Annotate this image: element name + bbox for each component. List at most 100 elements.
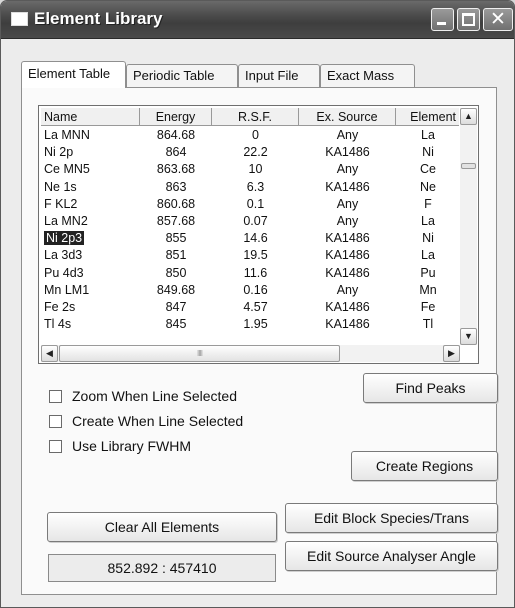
scroll-up-icon[interactable]: ▲: [460, 108, 477, 125]
row-name-text: F KL2: [44, 196, 78, 211]
cell-energy: 845: [165, 317, 187, 332]
cell-ex-source: KA1486: [325, 317, 370, 332]
cell-energy: 849.68: [156, 282, 196, 297]
edit-block-species-button[interactable]: Edit Block Species/Trans: [285, 503, 498, 533]
fwhm-label: Use Library FWHM: [72, 438, 192, 454]
row-name-text: La 3d3: [44, 248, 83, 263]
use-library-fwhm-checkbox[interactable]: Use Library FWHM: [49, 437, 191, 455]
cell-name: Ni 2p: [44, 144, 139, 160]
table-row[interactable]: F KL2 860.68 0.1 Any F: [41, 196, 459, 212]
tab-element-table[interactable]: Element Table: [21, 61, 126, 88]
cell-element: Tl: [422, 317, 434, 332]
cursor-readout: 852.892 : 457410: [48, 554, 276, 582]
cell-ex-source: KA1486: [325, 248, 370, 263]
cell-ex-source: KA1486: [325, 179, 370, 194]
clear-all-elements-button[interactable]: Clear All Elements: [47, 512, 277, 542]
find-peaks-button[interactable]: Find Peaks: [363, 373, 498, 403]
cell-rsf: 19.5: [243, 248, 268, 263]
cell-name: Ni 2p3: [44, 230, 139, 247]
column-header-rsf[interactable]: R.S.F.: [212, 108, 299, 126]
close-button[interactable]: ✕: [483, 8, 513, 31]
cell-element: La: [421, 248, 435, 263]
table-row[interactable]: Mn LM1 849.68 0.16 Any Mn: [41, 282, 459, 298]
cell-energy: 864: [165, 145, 187, 160]
cell-energy: 860.68: [156, 196, 196, 211]
cell-element: Ce: [420, 162, 436, 177]
cell-ex-source: Any: [336, 128, 359, 142]
horizontal-scrollbar[interactable]: ◀ IIII ▶: [41, 345, 460, 362]
vertical-scrollbar[interactable]: ▲ ▼: [460, 108, 477, 345]
column-header-ex-source[interactable]: Ex. Source: [299, 108, 396, 126]
row-name-text: La MNN: [44, 128, 90, 142]
cell-energy: 855: [165, 231, 187, 246]
cell-name: La 3d3: [44, 247, 139, 263]
minimize-button[interactable]: [431, 8, 454, 31]
cell-element: Mn: [419, 282, 437, 297]
cell-ex-source: KA1486: [325, 145, 370, 160]
row-name-text: Mn LM1: [44, 282, 90, 297]
table-row[interactable]: Tl 4s 845 1.95 KA1486 Tl: [41, 316, 459, 332]
cell-energy: 857.68: [156, 214, 196, 228]
scroll-right-icon[interactable]: ▶: [443, 345, 460, 362]
cell-ex-source: KA1486: [325, 300, 370, 314]
cell-rsf: 0.1: [246, 196, 265, 211]
row-name-text: Ce MN5: [44, 162, 90, 177]
cell-element: Ne: [420, 179, 436, 194]
cell-rsf: 11.6: [243, 265, 268, 280]
table-row[interactable]: Fe 2s 847 4.57 KA1486 Fe: [41, 299, 459, 315]
cell-name: La MN2: [44, 213, 139, 229]
cell-element: La: [421, 128, 435, 142]
maximize-button[interactable]: [457, 8, 480, 31]
scroll-left-icon[interactable]: ◀: [41, 345, 58, 362]
row-name-text: Ni 2p3: [44, 230, 86, 247]
checkbox-box[interactable]: [49, 390, 62, 403]
table-row[interactable]: Pu 4d3 850 11.6 KA1486 Pu: [41, 265, 459, 281]
title-bar[interactable]: Element Library ✕: [1, 1, 514, 39]
edit-source-analyser-angle-button[interactable]: Edit Source Analyser Angle: [285, 541, 498, 571]
table-row[interactable]: Ce MN5 863.68 10 Any Ce: [41, 161, 459, 177]
create-regions-button[interactable]: Create Regions: [351, 451, 498, 481]
row-name-text: Fe 2s: [44, 300, 76, 314]
table-row[interactable]: Ne 1s 863 6.3 KA1486 Ne: [41, 179, 459, 195]
table-row[interactable]: La 3d3 851 19.5 KA1486 La: [41, 247, 459, 263]
horizontal-scroll-thumb[interactable]: IIII: [59, 345, 340, 362]
cell-energy: 847: [165, 300, 187, 314]
tab-exact-mass[interactable]: Exact Mass: [320, 64, 415, 87]
table-row[interactable]: Ni 2p 864 22.2 KA1486 Ni: [41, 144, 459, 160]
cell-energy: 863: [165, 179, 187, 194]
zoom-when-line-selected-checkbox[interactable]: Zoom When Line Selected: [49, 387, 237, 405]
cell-element: F: [424, 196, 432, 211]
cell-rsf: 14.6: [243, 231, 268, 246]
checkbox-box[interactable]: [49, 415, 62, 428]
cell-energy: 864.68: [156, 128, 196, 142]
table-row[interactable]: La MN2 857.68 0.07 Any La: [41, 213, 459, 229]
window-title: Element Library: [34, 9, 163, 28]
cell-name: Tl 4s: [44, 316, 139, 332]
column-header-energy[interactable]: Energy: [140, 108, 212, 126]
scroll-down-icon[interactable]: ▼: [460, 328, 477, 345]
tab-input-file[interactable]: Input File: [238, 64, 320, 87]
cell-element: Fe: [420, 300, 436, 314]
element-library-window: Element Library ✕ Element Table Periodic…: [0, 0, 515, 608]
cell-name: F KL2: [44, 196, 139, 212]
table-row[interactable]: La MNN 864.68 0 Any La: [41, 127, 459, 143]
column-header-name[interactable]: Name: [41, 108, 140, 126]
row-name-text: Ne 1s: [44, 179, 77, 194]
element-list[interactable]: Name Energy R.S.F. Ex. Source Element La…: [38, 105, 479, 364]
cell-element: Ni: [422, 231, 434, 246]
cell-name: Ce MN5: [44, 161, 139, 177]
create-when-line-selected-checkbox[interactable]: Create When Line Selected: [49, 412, 243, 430]
table-row[interactable]: Ni 2p3 855 14.6 KA1486 Ni: [41, 230, 459, 247]
cell-element: Pu: [420, 265, 436, 280]
checkbox-box[interactable]: [49, 440, 62, 453]
vertical-scroll-thumb[interactable]: [461, 163, 476, 169]
cell-ex-source: Any: [336, 162, 359, 177]
cell-ex-source: KA1486: [325, 265, 370, 280]
cell-name: Fe 2s: [44, 299, 139, 315]
maximize-icon: [462, 13, 475, 26]
column-header-element[interactable]: Element: [396, 108, 459, 126]
cell-rsf: 0: [252, 128, 259, 142]
row-name-text: Tl 4s: [44, 317, 72, 332]
tab-periodic-table[interactable]: Periodic Table: [126, 64, 238, 87]
create-label: Create When Line Selected: [72, 413, 244, 429]
